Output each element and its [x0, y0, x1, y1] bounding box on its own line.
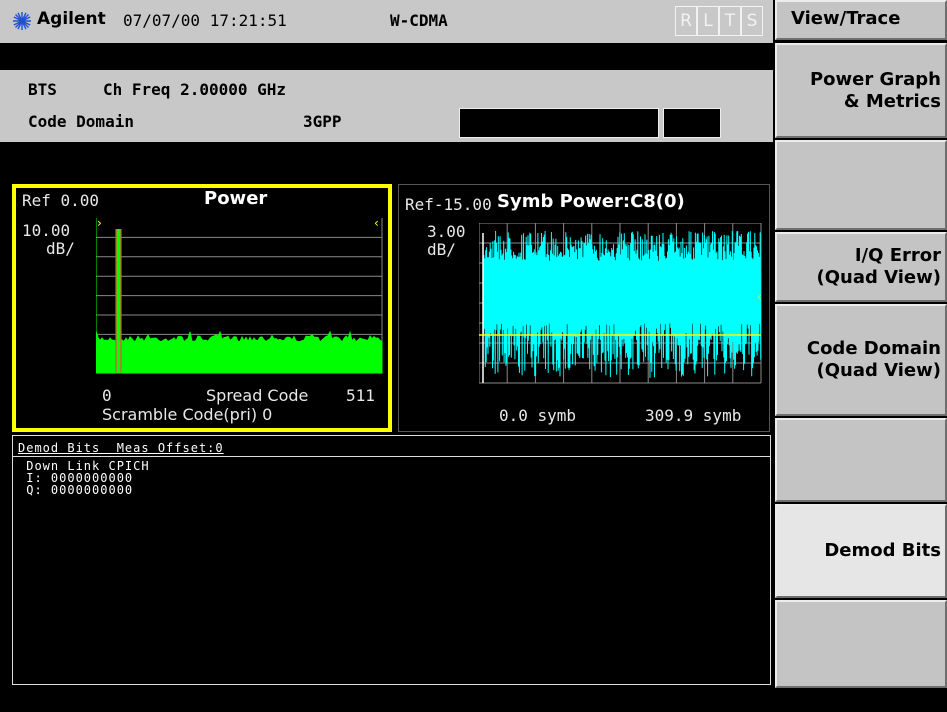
symbol-power-panel[interactable]: Ref-15.00 Symb Power:C8(0) 3.00 dB/ › ‹ … — [398, 184, 770, 432]
power-scale-unit: dB/ — [46, 239, 75, 258]
power-graph-metrics-button[interactable]: Power Graph & Metrics — [775, 43, 947, 138]
demod-header: Demod Bits Meas Offset:0 — [18, 441, 224, 455]
power-ref-marker-right: ‹ — [374, 218, 379, 230]
power-trace — [96, 330, 383, 374]
status-bar: Agilent 07/07/00 17:21:51 W-CDMA R L T S — [0, 0, 773, 43]
symb-trace — [482, 230, 762, 378]
indicator-s: S — [741, 6, 763, 36]
indicator-r: R — [675, 6, 697, 36]
symb-scale-value: 3.00 — [427, 222, 466, 241]
power-x-start: 0 — [102, 386, 112, 405]
standard-label: 3GPP — [303, 112, 342, 131]
demod-bits-label: Demod Bits — [824, 540, 941, 561]
power-ref-marker-left: › — [97, 218, 102, 230]
demod-bits-button[interactable]: Demod Bits — [775, 504, 947, 598]
power-ref-level: Ref 0.00 — [22, 191, 100, 210]
symb-title: Symb Power:C8(0) — [497, 191, 685, 212]
power-code-bar — [116, 229, 121, 373]
svg-text:‹: ‹ — [757, 290, 762, 304]
mode-label: W-CDMA — [390, 11, 448, 30]
iq-error-quad-view-button[interactable]: I/Q Error (Quad View) — [775, 232, 947, 302]
symbol-power-graph: › ‹ — [479, 223, 762, 384]
code-domain-label-2: (Quad View) — [816, 360, 942, 381]
blank-softkey-1[interactable] — [775, 140, 947, 230]
bottom-status-bar — [0, 688, 775, 712]
symb-ref-level: Ref-15.00 — [405, 195, 492, 214]
status-box — [459, 108, 659, 138]
date-time: 07/07/00 17:21:51 — [123, 11, 287, 30]
power-scale-value: 10.00 — [22, 221, 71, 240]
measurement-info: BTS Ch Freq 2.00000 GHz Code Domain 3GPP — [0, 70, 773, 142]
status-box-small — [663, 108, 721, 138]
power-graph-label-2: & Metrics — [843, 90, 941, 112]
iq-error-label-2: (Quad View) — [816, 267, 942, 288]
device-label: BTS — [28, 80, 57, 99]
power-graph-label-1: Power Graph — [809, 68, 941, 90]
iq-error-label-1: I/Q Error — [854, 245, 941, 266]
code-domain-label-1: Code Domain — [806, 338, 941, 359]
symb-x-start: 0.0 symb — [499, 406, 577, 425]
blank-softkey-2[interactable] — [775, 418, 947, 502]
blank-softkey-3[interactable] — [775, 600, 947, 688]
demod-divider — [13, 456, 770, 457]
demod-q-bits: Q: 0000000000 — [18, 483, 134, 497]
symb-x-end: 309.9 symb — [645, 406, 742, 425]
agilent-logo-icon — [13, 12, 31, 30]
power-x-label: Spread Code — [206, 386, 309, 405]
softkey-menu-title: View/Trace — [775, 0, 947, 40]
brand-name: Agilent — [37, 9, 106, 29]
indicator-l: L — [697, 6, 719, 36]
scramble-code: Scramble Code(pri) 0 — [102, 405, 273, 424]
power-graph: › ‹ — [96, 218, 383, 374]
code-domain-quad-view-button[interactable]: Code Domain (Quad View) — [775, 304, 947, 416]
measurement-name: Code Domain — [28, 112, 134, 131]
demod-bits-panel: Demod Bits Meas Offset:0 Down Link CPICH… — [12, 435, 771, 685]
power-x-end: 511 — [346, 386, 375, 405]
power-title: Power — [204, 188, 268, 209]
indicator-t: T — [719, 6, 741, 36]
channel-frequency: Ch Freq 2.00000 GHz — [103, 80, 287, 99]
power-graph-panel[interactable]: Ref 0.00 Power 10.00 dB/ › ‹ 0 Spread Co… — [12, 184, 392, 432]
symb-scale-unit: dB/ — [427, 240, 456, 259]
